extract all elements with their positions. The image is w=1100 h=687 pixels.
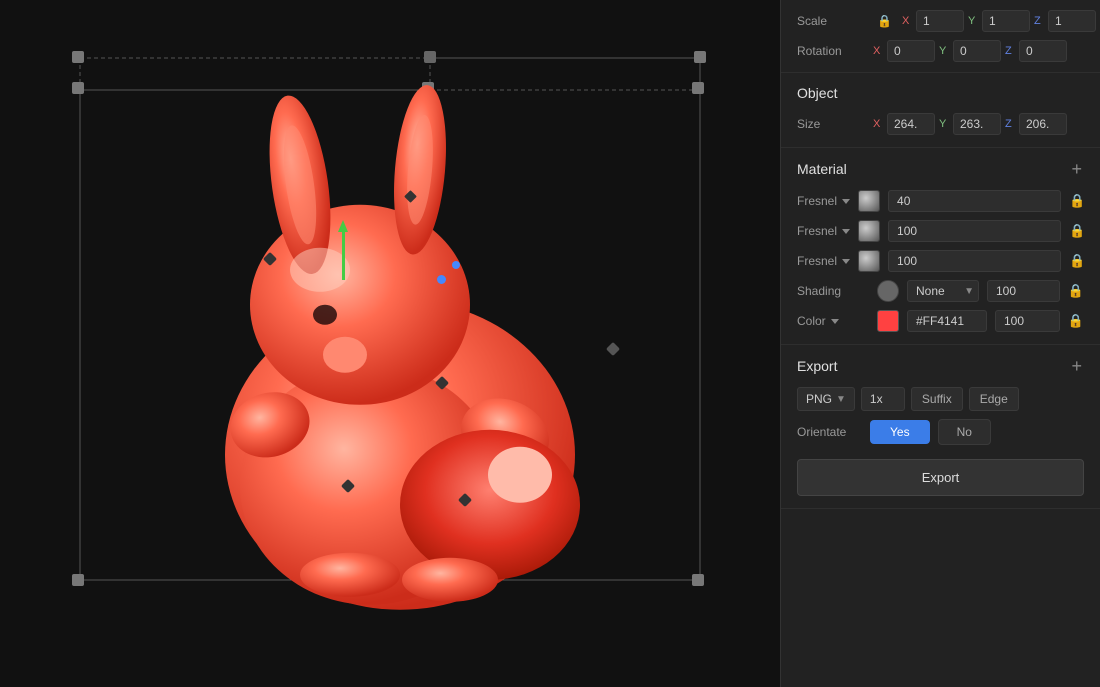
format-dropdown[interactable]: PNG ▼ [797, 387, 855, 411]
scale-input[interactable] [861, 387, 905, 411]
size-fields: X Y Z [873, 113, 1084, 135]
edge-button[interactable]: Edge [969, 387, 1019, 411]
rot-x-group: X [873, 40, 935, 62]
size-x-input[interactable] [887, 113, 935, 135]
color-hex-input[interactable] [907, 310, 987, 332]
scale-y-input[interactable] [982, 10, 1030, 32]
fresnel2-row: Fresnel 🔒 [797, 220, 1084, 242]
color-label: Color [797, 314, 869, 328]
suffix-button[interactable]: Suffix [911, 387, 963, 411]
export-format-row: PNG ▼ Suffix Edge [797, 387, 1084, 411]
orientate-row: Orientate Yes No [797, 419, 1084, 445]
export-section: Export + PNG ▼ Suffix Edge Orientate Yes… [781, 345, 1100, 509]
rotation-y-input[interactable] [953, 40, 1001, 62]
size-x-group: X [873, 113, 935, 135]
size-z-input[interactable] [1019, 113, 1067, 135]
fresnel1-chevron[interactable] [842, 199, 850, 204]
y-axis-label: Y [968, 15, 980, 27]
orientate-no-button[interactable]: No [938, 419, 991, 445]
shading-swatch[interactable] [877, 280, 899, 302]
object-title: Object [797, 85, 837, 101]
arrow-shaft [342, 232, 345, 280]
rotation-z-input[interactable] [1019, 40, 1067, 62]
rot-x-label: X [873, 45, 885, 57]
scale-z-group: Z [1034, 10, 1096, 32]
size-y-group: Y [939, 113, 1001, 135]
orientate-yes-button[interactable]: Yes [870, 420, 930, 444]
z-axis-label: Z [1034, 15, 1046, 27]
properties-panel: Scale 🔒 X Y Z Rotation [780, 0, 1100, 687]
size-y-axis: Y [939, 118, 951, 130]
rot-z-group: Z [1005, 40, 1067, 62]
fresnel2-chevron[interactable] [842, 229, 850, 234]
rotation-row: Rotation X Y Z [797, 40, 1084, 62]
rot-y-label: Y [939, 45, 951, 57]
color-chevron[interactable] [831, 319, 839, 324]
color-lock-icon[interactable]: 🔒 [1068, 313, 1084, 329]
fresnel2-label: Fresnel [797, 224, 850, 238]
export-title: Export [797, 358, 837, 374]
color-swatch[interactable] [877, 310, 899, 332]
fresnel1-row: Fresnel 🔒 [797, 190, 1084, 212]
scale-fields: X Y Z [902, 10, 1096, 32]
rotation-x-input[interactable] [887, 40, 935, 62]
scale-row: Scale 🔒 X Y Z [797, 10, 1084, 32]
color-row: Color 🔒 [797, 310, 1084, 332]
viewport[interactable] [0, 0, 780, 687]
fresnel2-swatch[interactable] [858, 220, 880, 242]
material-header: Material + [797, 160, 1084, 178]
size-y-input[interactable] [953, 113, 1001, 135]
arrow-head [338, 220, 348, 232]
shading-lock-icon[interactable]: 🔒 [1068, 283, 1084, 299]
material-section: Material + Fresnel 🔒 Fresnel 🔒 [781, 148, 1100, 345]
scale-z-input[interactable] [1048, 10, 1096, 32]
object-header: Object [797, 85, 1084, 101]
shading-dropdown-wrap: None Flat Smooth ▼ [907, 280, 979, 302]
export-header: Export + [797, 357, 1084, 375]
rot-z-label: Z [1005, 45, 1017, 57]
size-z-group: Z [1005, 113, 1067, 135]
format-dropdown-arrow: ▼ [836, 394, 846, 405]
scale-label: Scale [797, 14, 867, 28]
shading-amount-input[interactable] [987, 280, 1060, 302]
scale-x-group: X [902, 10, 964, 32]
control-point-blue[interactable] [437, 275, 446, 284]
color-amount-input[interactable] [995, 310, 1060, 332]
transform-section: Scale 🔒 X Y Z Rotation [781, 0, 1100, 73]
fresnel3-value-input[interactable] [888, 250, 1061, 272]
fresnel3-row: Fresnel 🔒 [797, 250, 1084, 272]
lock-icon[interactable]: 🔒 [877, 14, 892, 28]
rotation-fields: X Y Z [873, 40, 1084, 62]
material-title: Material [797, 161, 847, 177]
rot-y-group: Y [939, 40, 1001, 62]
material-add-button[interactable]: + [1069, 160, 1084, 178]
size-row: Size X Y Z [797, 113, 1084, 135]
size-label: Size [797, 117, 867, 131]
fresnel3-chevron[interactable] [842, 259, 850, 264]
scale-y-group: Y [968, 10, 1030, 32]
scale-x-input[interactable] [916, 10, 964, 32]
shading-label: Shading [797, 284, 869, 298]
fresnel3-label: Fresnel [797, 254, 850, 268]
fresnel2-lock-icon[interactable]: 🔒 [1069, 223, 1085, 239]
export-button[interactable]: Export [797, 459, 1084, 496]
fresnel3-swatch[interactable] [858, 250, 880, 272]
bunny-model [130, 84, 650, 624]
fresnel3-lock-icon[interactable]: 🔒 [1069, 253, 1085, 269]
shading-row: Shading None Flat Smooth ▼ 🔒 [797, 280, 1084, 302]
fresnel1-value-input[interactable] [888, 190, 1061, 212]
export-add-button[interactable]: + [1069, 357, 1084, 375]
fresnel1-lock-icon[interactable]: 🔒 [1069, 193, 1085, 209]
shading-select[interactable]: None Flat Smooth [907, 280, 979, 302]
fresnel1-label: Fresnel [797, 194, 850, 208]
size-x-axis: X [873, 118, 885, 130]
x-axis-label: X [902, 15, 914, 27]
orientate-label: Orientate [797, 425, 862, 439]
size-z-axis: Z [1005, 118, 1017, 130]
rotation-label: Rotation [797, 44, 867, 58]
object-section: Object Size X Y Z [781, 73, 1100, 148]
format-label: PNG [806, 392, 832, 406]
fresnel1-swatch[interactable] [858, 190, 880, 212]
fresnel2-value-input[interactable] [888, 220, 1061, 242]
